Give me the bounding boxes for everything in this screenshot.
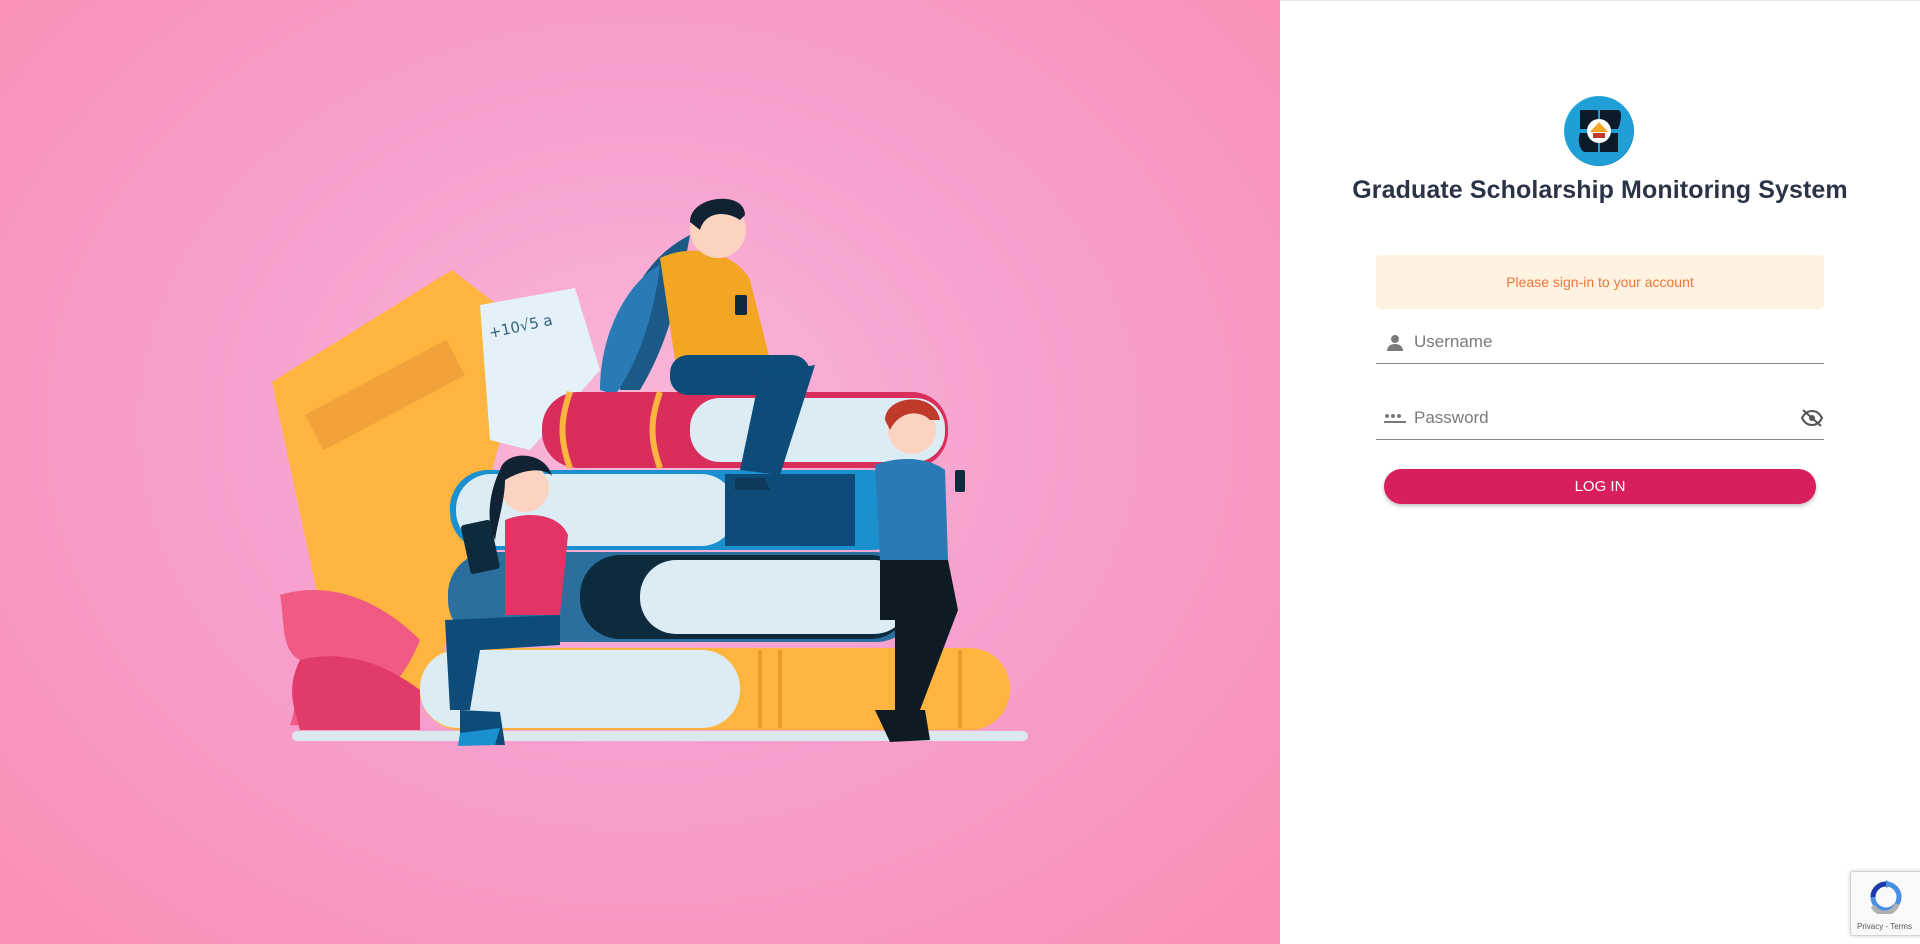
eye-off-icon[interactable] [1800,408,1824,428]
person-icon [1386,334,1404,352]
university-seal-logo [1564,96,1634,166]
recaptcha-icon [1867,880,1905,919]
page-title: Graduate Scholarship Monitoring System [1352,176,1848,204]
recaptcha-badge[interactable]: Privacy - Terms [1850,871,1920,936]
recaptcha-links[interactable]: Privacy - Terms [1857,922,1912,931]
hero-panel: +10√5 a [0,0,1280,944]
password-dots-icon [1384,410,1406,428]
password-input[interactable] [1412,402,1796,434]
login-button[interactable]: LOG IN [1384,469,1816,504]
signin-alert: Please sign-in to your account [1376,255,1824,309]
login-page: +10√5 a Graduate Scholarship Monitoring … [0,0,1920,944]
students-books-illustration: +10√5 a [272,198,1028,746]
username-input[interactable] [1412,326,1796,358]
password-field[interactable] [1376,396,1824,440]
username-field[interactable] [1376,320,1824,364]
